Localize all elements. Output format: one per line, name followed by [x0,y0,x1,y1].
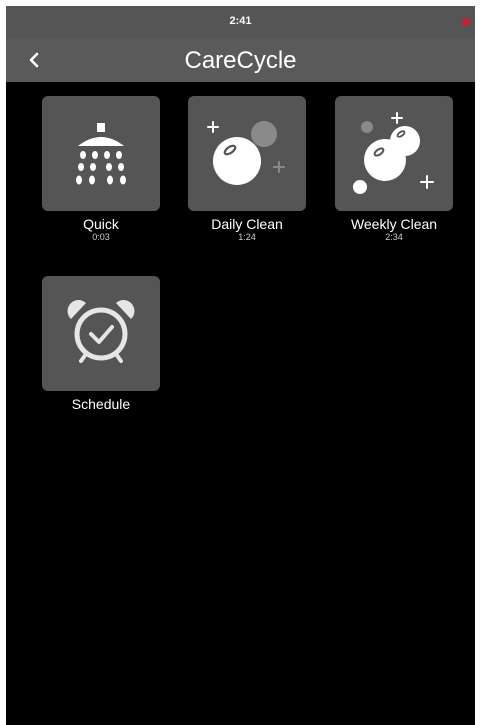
program-weekly-clean-button[interactable]: Weekly Clean 2:34 [335,96,453,243]
app-screen: 2:41 CareCycle Quick 0:03 Daily Clean 1:… [6,6,475,725]
notification-dot-icon [462,18,470,26]
program-duration: 1:24 [238,232,256,242]
program-daily-clean-button[interactable]: Daily Clean 1:24 [188,96,306,243]
page-title: CareCycle [184,47,297,74]
program-quick-button[interactable]: Quick 0:03 [42,96,160,243]
bubbles-icon [207,121,285,185]
bubbles-sparkle-icon [353,112,434,194]
tile-box [42,276,160,391]
tile-box [188,96,306,211]
program-duration: 2:34 [385,232,403,242]
tile-box [335,96,453,211]
program-label: Daily Clean [211,216,283,232]
status-time: 2:41 [229,15,252,27]
shower-head-icon [76,123,126,185]
tile-box [42,96,160,211]
app-header: CareCycle [6,38,475,82]
program-duration: 0:03 [92,232,110,242]
program-label: Quick [83,216,119,232]
program-label: Schedule [71,396,131,412]
schedule-button[interactable]: Schedule [42,276,160,412]
alarm-clock-icon [67,300,135,363]
program-label: Weekly Clean [350,216,438,232]
status-bar: 2:41 [6,6,475,38]
